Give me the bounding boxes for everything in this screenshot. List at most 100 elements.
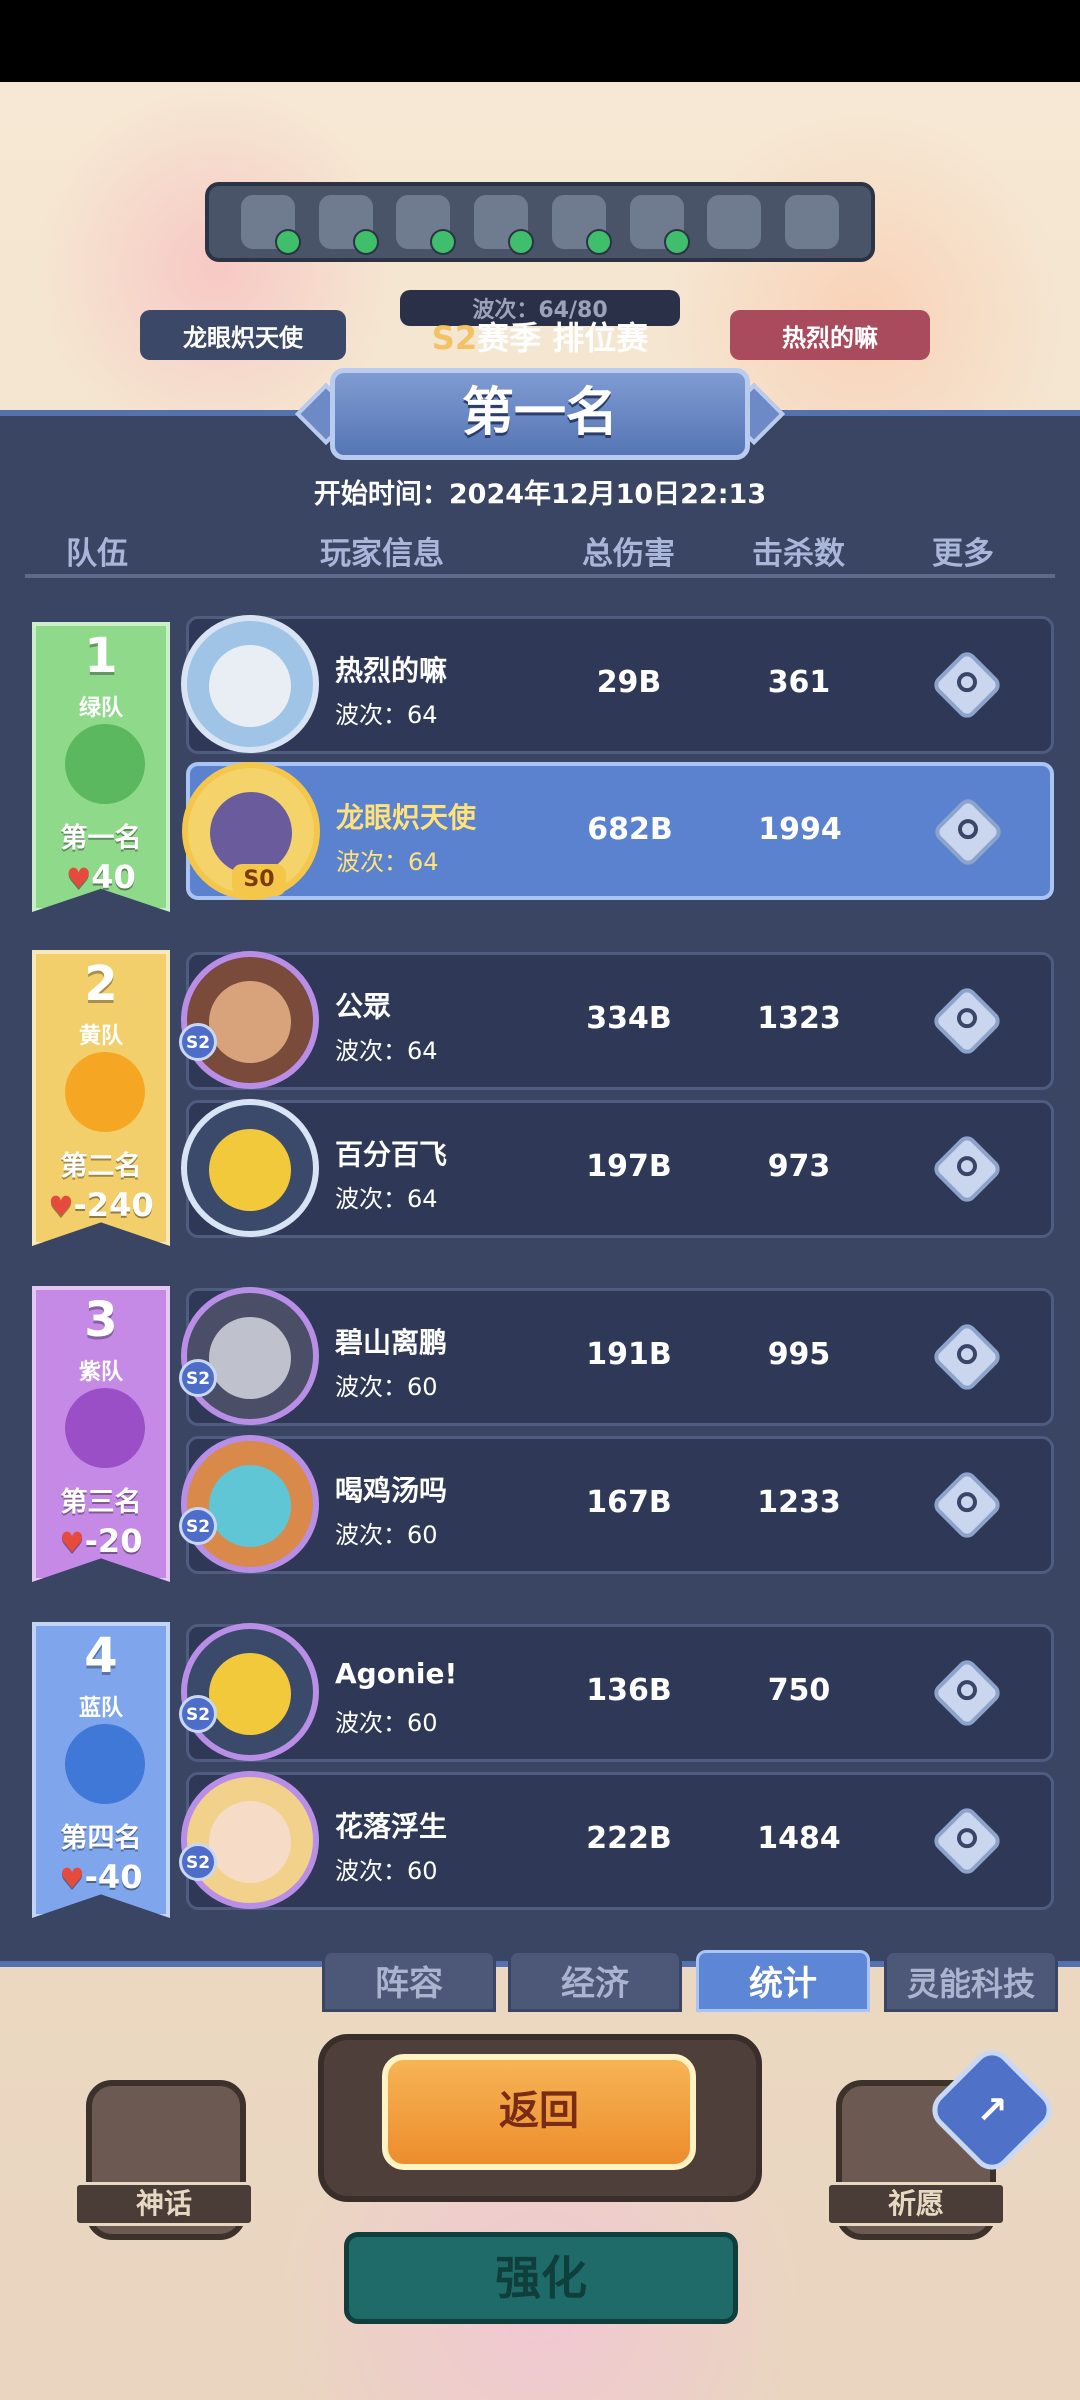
player-kills: 973 — [767, 1149, 831, 1184]
avatar-face — [209, 1465, 291, 1547]
status-bar — [0, 0, 1080, 82]
team-number: 3 — [84, 1292, 118, 1348]
team-name: 蓝队 — [78, 1696, 123, 1721]
player-name: Agonie! — [335, 1657, 458, 1690]
player-row[interactable]: 热烈的嘛 波次：64 29B 361 — [181, 615, 1054, 754]
player-damage: 222B — [586, 1821, 672, 1856]
start-time: 开始时间：2024年12月10日22:13 — [313, 479, 767, 510]
team-hearts: ♥-240 — [48, 1186, 154, 1224]
player-kills: 1323 — [757, 1001, 841, 1036]
player-wave: 波次：64 — [335, 701, 438, 729]
player-damage: 29B — [596, 665, 662, 700]
search-icon — [957, 672, 977, 693]
search-icon — [957, 1156, 977, 1177]
player-row[interactable]: S2 碧山离鹏 波次：60 191B 995 — [179, 1287, 1054, 1426]
player-name: 龙眼炽天使 — [336, 801, 477, 834]
season-badge: S2 — [179, 1507, 217, 1545]
wave-icon — [396, 195, 457, 255]
player-damage: 136B — [586, 1673, 672, 1708]
details-button[interactable] — [930, 1320, 1004, 1394]
player-row-self[interactable]: S0 龙眼炽天使 波次：64 682B 1994 — [182, 762, 1054, 900]
player-damage: 334B — [586, 1001, 672, 1036]
avatar-face — [209, 1653, 291, 1735]
details-button[interactable] — [930, 1132, 1004, 1206]
star-emblem-icon — [65, 1052, 145, 1132]
avatar — [181, 615, 319, 753]
team-hearts: ♥-20 — [59, 1522, 143, 1560]
team-ribbon-green: 1 绿队 第一名 ♥40 — [32, 622, 170, 912]
avatar — [181, 1287, 319, 1425]
player-kills: 1484 — [757, 1821, 841, 1856]
search-icon — [957, 1828, 977, 1849]
season-title: S2赛季 排位赛 — [431, 319, 649, 357]
player-name: 碧山离鹏 — [335, 1326, 448, 1359]
player-name: 花落浮生 — [335, 1810, 448, 1843]
clover-emblem-icon — [65, 724, 145, 804]
player-row[interactable]: S2 公眾 波次：64 334B 1323 — [179, 951, 1054, 1090]
tab-psionic-tech[interactable]: 灵能科技 — [884, 1950, 1058, 2012]
wave-icon — [629, 195, 690, 255]
search-icon — [958, 819, 978, 840]
player-kills: 1994 — [758, 812, 842, 847]
details-button[interactable] — [930, 1468, 1004, 1542]
player-damage: 167B — [586, 1485, 672, 1520]
wish-button-label[interactable]: 祈愿 — [826, 2182, 1006, 2226]
left-player-chip: 龙眼炽天使 — [140, 310, 346, 360]
avatar — [181, 1771, 319, 1909]
team-name: 绿队 — [78, 696, 123, 721]
check-icon — [430, 229, 457, 255]
details-button[interactable] — [930, 984, 1004, 1058]
team-place: 第一名 — [60, 823, 142, 854]
details-button[interactable] — [930, 648, 1004, 722]
header-divider — [25, 574, 1055, 578]
heart-icon: ♥ — [66, 862, 92, 895]
avatar — [181, 1435, 319, 1573]
season-badge: S2 — [179, 1695, 217, 1733]
season-badge: S2 — [179, 1023, 217, 1061]
tab-statistics[interactable]: 统计 — [696, 1950, 870, 2012]
player-name: 公眾 — [335, 990, 392, 1023]
team-name: 紫队 — [78, 1360, 123, 1385]
player-damage: 197B — [586, 1149, 672, 1184]
wave-icon — [785, 195, 840, 249]
wave-icon — [318, 195, 379, 255]
search-icon — [957, 1680, 977, 1701]
column-header-damage: 总伤害 — [582, 536, 675, 572]
details-button[interactable] — [931, 795, 1005, 869]
player-row[interactable]: S2 花落浮生 波次：60 222B 1484 — [179, 1771, 1054, 1910]
player-name: 喝鸡汤吗 — [335, 1474, 448, 1507]
player-wave: 波次：60 — [335, 1373, 438, 1401]
wave-icon — [707, 195, 762, 249]
right-player-chip: 热烈的嘛 — [730, 310, 930, 360]
player-row[interactable]: S2 喝鸡汤吗 波次：60 167B 1233 — [179, 1435, 1054, 1574]
details-button[interactable] — [930, 1804, 1004, 1878]
player-kills: 995 — [767, 1337, 831, 1372]
team-number: 2 — [84, 956, 118, 1012]
back-button[interactable]: 返回 — [382, 2054, 696, 2170]
player-wave: 波次：60 — [335, 1709, 438, 1737]
details-button[interactable] — [930, 1656, 1004, 1730]
player-kills: 750 — [767, 1673, 831, 1708]
player-row[interactable]: 百分百飞 波次：64 197B 973 — [181, 1099, 1054, 1238]
avatar — [181, 1623, 319, 1761]
share-icon[interactable]: ↗ — [964, 2082, 1020, 2138]
team-place: 第二名 — [60, 1151, 142, 1182]
player-wave: 波次：64 — [335, 1037, 438, 1065]
myth-button-label[interactable]: 神话 — [74, 2182, 254, 2226]
tab-lineup[interactable]: 阵容 — [322, 1950, 496, 2012]
heart-icon: ♥ — [59, 1862, 85, 1895]
team-ribbon-yellow: 2 黄队 第二名 ♥-240 — [32, 950, 170, 1246]
column-header-team: 队伍 — [66, 536, 128, 572]
swirl-emblem-icon — [65, 1388, 145, 1468]
player-row[interactable]: S2 Agonie! 波次：60 136B 750 — [179, 1623, 1054, 1762]
player-kills: 1233 — [757, 1485, 841, 1520]
player-damage: 682B — [587, 812, 673, 847]
rank-badge: S0 — [232, 864, 286, 896]
tab-economy[interactable]: 经济 — [508, 1950, 682, 2012]
search-icon — [957, 1008, 977, 1029]
avatar-face — [209, 1129, 291, 1211]
player-name: 热烈的嘛 — [335, 654, 448, 687]
avatar-face — [210, 792, 292, 874]
upgrade-button[interactable]: 强化 — [344, 2232, 738, 2324]
avatar — [181, 951, 319, 1089]
